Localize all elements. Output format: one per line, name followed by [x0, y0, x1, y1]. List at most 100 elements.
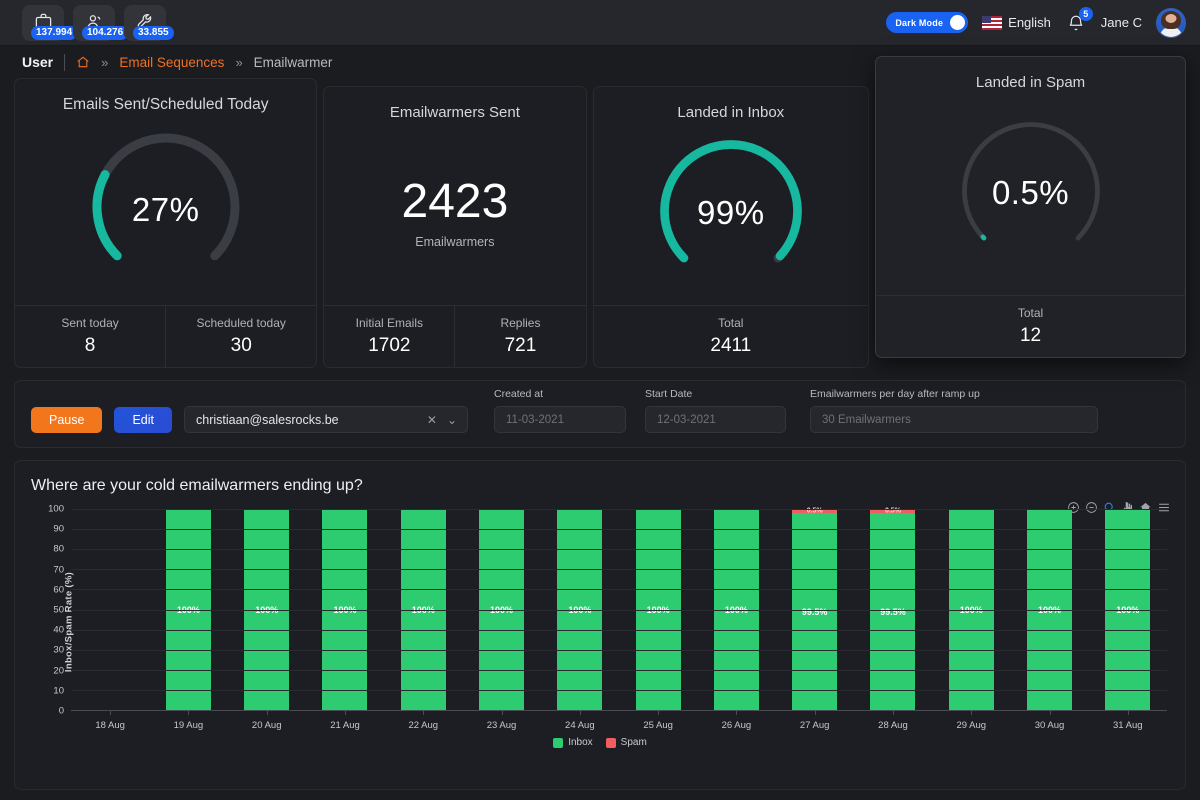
per-day-input[interactable]: 30 Emailwarmers: [810, 406, 1098, 433]
kpi-footer: Total 2411: [593, 305, 869, 367]
top-bar-stats: 137.994 104.276 33.855: [22, 4, 174, 41]
pause-button[interactable]: Pause: [31, 407, 103, 433]
account-select[interactable]: christiaan@salesrocks.be ✕ ⌄: [184, 406, 468, 433]
gauge-value: 99%: [697, 194, 765, 231]
legend-label: Inbox: [568, 737, 593, 748]
sequence-control-bar: Pause Edit christiaan@salesrocks.be ✕ ⌄ …: [14, 380, 1186, 448]
kpi-footer-label: Total: [718, 316, 744, 330]
kpi-footer-value: 8: [84, 335, 96, 356]
kpi-footer-cell-replies: Replies 721: [454, 306, 585, 367]
kpi-footer-value: 2411: [710, 335, 752, 356]
x-axis-label: 21 Aug: [306, 711, 384, 735]
y-axis-tick: 70: [53, 564, 64, 576]
chart-legend: Inbox Spam: [15, 737, 1185, 748]
kpi-card-landed-in-spam[interactable]: Landed in Spam 0.5% Total 12: [875, 56, 1186, 358]
gauge-value: 0.5%: [991, 174, 1070, 211]
legend-item-spam[interactable]: Spam: [605, 737, 647, 748]
legend-label: Spam: [620, 737, 647, 748]
gridline: [71, 629, 1167, 631]
top-bar-actions: Dark Mode English 5 Jane C: [886, 6, 1186, 38]
stat-chip-briefcase[interactable]: 137.994: [22, 4, 78, 41]
bar-segment-inbox[interactable]: 99.5%: [792, 513, 838, 710]
gridline: [71, 689, 1167, 691]
kpi-footer-cell-sent-today: Sent today 8: [15, 306, 165, 367]
account-select-value: christiaan@salesrocks.be: [196, 412, 339, 427]
y-axis-tick: 0: [58, 705, 64, 717]
kpi-card-emails-sent-scheduled[interactable]: Emails Sent/Scheduled Today 27% Sent tod…: [14, 78, 318, 368]
language-selector[interactable]: English: [982, 15, 1051, 30]
breadcrumb-current: Emailwarmer: [253, 54, 333, 70]
chevron-down-icon[interactable]: ⌄: [444, 413, 460, 427]
avatar[interactable]: [1156, 7, 1186, 38]
x-axis-label: 30 Aug: [1010, 711, 1088, 735]
kpi-footer-value: 30: [230, 335, 252, 356]
kpi-title: Landed in Spam: [975, 74, 1086, 91]
close-icon[interactable]: ✕: [424, 413, 440, 427]
chart-panel-inbox-spam: Where are your cold emailwarmers ending …: [14, 460, 1186, 790]
kpi-body: 0.5%: [876, 91, 1185, 295]
notification-count-badge: 5: [1078, 6, 1093, 21]
legend-swatch: [553, 737, 564, 748]
dark-mode-toggle[interactable]: Dark Mode: [886, 12, 969, 33]
kpi-title: Emails Sent/Scheduled Today: [62, 96, 269, 113]
x-axis-label: 19 Aug: [149, 711, 227, 735]
kpi-big-number: 2423 Emailwarmers: [401, 174, 509, 249]
top-bar: 137.994 104.276 33.855 Dark Mode English: [0, 0, 1200, 46]
home-icon[interactable]: [76, 55, 90, 69]
kpi-footer-label: Total: [1017, 306, 1044, 320]
edit-button[interactable]: Edit: [114, 407, 172, 433]
kpi-footer-label: Sent today: [61, 316, 119, 330]
gridline: [71, 649, 1167, 651]
gridline: [71, 609, 1167, 611]
kpi-card-emailwarmers-sent[interactable]: Emailwarmers Sent 2423 Emailwarmers Init…: [323, 86, 587, 368]
kpi-subtitle: Emailwarmers: [415, 234, 495, 249]
x-axis-label: 18 Aug: [71, 711, 149, 735]
y-axis-tick: 40: [53, 624, 64, 636]
kpi-footer-label: Replies: [500, 316, 541, 330]
kpi-footer-cell-scheduled-today: Scheduled today 30: [165, 306, 316, 367]
gridline: [71, 549, 1167, 551]
kpi-footer-label: Initial Emails: [355, 316, 424, 330]
legend-item-inbox[interactable]: Inbox: [553, 737, 593, 748]
kpi-title: Emailwarmers Sent: [389, 104, 520, 121]
stat-chip-wrench[interactable]: 33.855: [124, 4, 174, 41]
x-axis-label: 23 Aug: [462, 711, 540, 735]
notifications-button[interactable]: 5: [1065, 6, 1093, 35]
x-axis-label: 28 Aug: [854, 711, 932, 735]
plot-area: 100% 100% 100% 100% 100% 100% 100% 100% 0.5% 99.5…: [71, 508, 1167, 711]
kpi-footer: Initial Emails 1702 Replies 721: [324, 305, 586, 367]
stat-chip-contacts[interactable]: 104.276: [73, 4, 129, 41]
gridline: [71, 569, 1167, 571]
bar-segment-inbox[interactable]: 99.5%: [870, 513, 916, 710]
gauge-value: 27%: [131, 190, 200, 228]
x-axis-label: 22 Aug: [384, 711, 462, 735]
chart-title: Where are your cold emailwarmers ending …: [31, 477, 363, 494]
kpi-footer-label: Scheduled today: [196, 316, 286, 330]
us-flag-icon: [982, 15, 1003, 30]
kpi-card-row: Emails Sent/Scheduled Today 27% Sent tod…: [0, 56, 1200, 368]
breadcrumb-arrow-1: »: [101, 54, 109, 70]
kpi-footer-cell-total: Total 2411: [594, 306, 869, 367]
kpi-value: 2423: [401, 174, 509, 228]
kpi-body: 27%: [15, 114, 316, 305]
breadcrumb-link-email-sequences[interactable]: Email Sequences: [119, 55, 224, 70]
start-date-field: Start Date 12-03-2021: [645, 388, 786, 433]
chart-plot: Inbox/Spam Rate (%) 100 90 80 70 60 50 40 30 20 1…: [15, 504, 1185, 735]
language-label: English: [1008, 15, 1051, 30]
x-axis-label: 31 Aug: [1089, 711, 1167, 735]
kpi-footer: Sent today 8 Scheduled today 30: [15, 305, 317, 367]
start-date-input[interactable]: 12-03-2021: [645, 406, 786, 433]
stat-badge-briefcase: 137.994: [31, 25, 78, 40]
x-axis-label: 27 Aug: [776, 711, 854, 735]
stat-badge-contacts: 104.276: [82, 25, 129, 40]
kpi-card-landed-in-inbox[interactable]: Landed in Inbox 99% Total 2411: [592, 86, 870, 368]
radial-gauge-emails-sent: 27%: [83, 124, 249, 295]
kpi-body: 2423 Emailwarmers: [324, 121, 585, 305]
created-at-input[interactable]: 11-03-2021: [494, 406, 626, 433]
x-axis-label: 20 Aug: [228, 711, 306, 735]
y-axis-tick: 90: [53, 523, 64, 535]
y-axis-tick: 100: [48, 503, 64, 515]
created-at-field: Created at 11-03-2021: [494, 388, 626, 433]
gridline: [71, 529, 1167, 531]
y-axis-tick: 60: [53, 584, 64, 596]
